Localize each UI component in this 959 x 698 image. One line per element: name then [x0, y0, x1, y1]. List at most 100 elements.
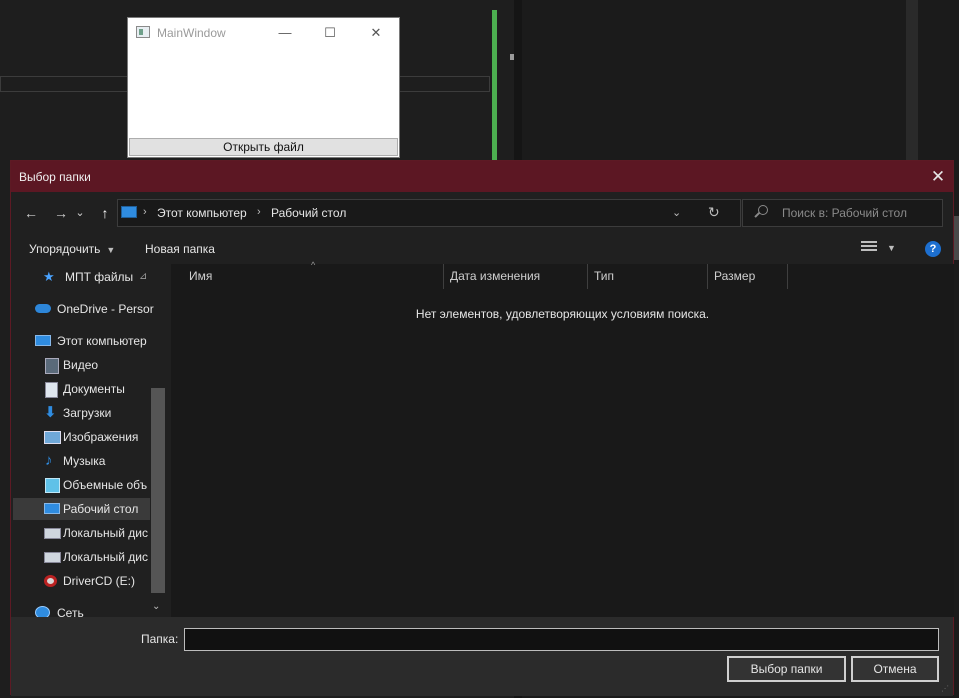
- nav-item-label: Локальный дис: [63, 550, 148, 564]
- nav-item-downloads[interactable]: ⬇ Загрузки: [43, 402, 153, 424]
- cloud-icon: [35, 304, 51, 313]
- nav-item-label: Изображения: [63, 430, 139, 444]
- document-icon: [45, 382, 58, 398]
- empty-folder-message: Нет элементов, удовлетворяющих условиям …: [415, 307, 710, 321]
- nav-item-drivercd[interactable]: DriverCD (E:): [43, 570, 163, 592]
- nav-item-label: Этот компьютер: [57, 334, 147, 348]
- nav-item-onedrive[interactable]: OneDrive - Persor: [33, 298, 154, 320]
- nav-item-label: Загрузки: [63, 406, 112, 420]
- select-folder-button[interactable]: Выбор папки: [727, 656, 846, 682]
- download-icon: ⬇: [44, 404, 57, 421]
- column-header-size[interactable]: Размер: [714, 264, 755, 289]
- column-header-date-modified[interactable]: Дата изменения: [450, 264, 540, 289]
- chevron-down-icon: ▼: [106, 245, 116, 255]
- nav-item-label: Объемные объ: [63, 478, 148, 492]
- column-divider[interactable]: [787, 264, 788, 289]
- dialog-title: Выбор папки: [19, 170, 91, 184]
- nav-item-3d-objects[interactable]: Объемные объ: [43, 474, 163, 496]
- scroll-down-chevron-icon[interactable]: ⌄: [152, 601, 160, 612]
- organize-label: Упорядочить: [29, 242, 101, 256]
- pin-icon: ⊿: [139, 271, 148, 282]
- nav-item-this-pc[interactable]: Этот компьютер: [33, 330, 163, 352]
- folder-label: Папка:: [141, 632, 179, 646]
- breadcrumb-this-pc[interactable]: Этот компьютер: [157, 206, 247, 220]
- image-icon: [44, 431, 61, 444]
- nav-item-music[interactable]: ♪ Музыка: [43, 450, 153, 472]
- computer-icon: [35, 335, 51, 346]
- background-right-scrollbar: [906, 0, 918, 160]
- folder-name-input[interactable]: [184, 628, 939, 651]
- nav-pane-scrollbar-thumb[interactable]: [151, 388, 165, 593]
- cd-drive-icon: [44, 575, 57, 587]
- nav-item-mpt-files[interactable]: ★ МПТ файлы ⊿: [39, 266, 149, 288]
- column-header-type[interactable]: Тип: [594, 264, 614, 289]
- drive-icon: [44, 552, 61, 563]
- nav-item-video[interactable]: Видео: [43, 354, 153, 376]
- nav-item-label: Музыка: [63, 454, 106, 468]
- nav-item-label: МПТ файлы: [65, 270, 134, 284]
- maximize-button[interactable]: ☐: [315, 23, 345, 43]
- nav-item-documents[interactable]: Документы: [43, 378, 153, 400]
- new-folder-button[interactable]: Новая папка: [145, 242, 215, 256]
- help-icon[interactable]: ?: [925, 241, 941, 257]
- column-header-name[interactable]: Имя: [189, 264, 212, 289]
- app-window-icon: [136, 26, 150, 38]
- computer-icon: [121, 206, 137, 218]
- video-icon: [45, 358, 59, 374]
- background-green-bar: [492, 10, 497, 170]
- back-arrow-icon[interactable]: ←: [21, 203, 41, 223]
- resize-grip-icon[interactable]: ⋰: [941, 684, 951, 694]
- refresh-icon[interactable]: ↻: [708, 204, 720, 221]
- cube-icon: [45, 478, 60, 493]
- navigation-pane: ★ МПТ файлы ⊿ OneDrive - Persor Этот ком…: [11, 264, 169, 617]
- nav-item-desktop[interactable]: Рабочий стол: [13, 498, 150, 520]
- main-window-titlebar: MainWindow — ☐ ✕: [128, 18, 399, 48]
- breadcrumb-separator: ›: [257, 206, 261, 218]
- cancel-button[interactable]: Отмена: [851, 656, 939, 682]
- forward-arrow-icon[interactable]: →: [51, 203, 71, 223]
- column-divider[interactable]: [707, 264, 708, 289]
- desktop-icon: [44, 503, 60, 514]
- search-input[interactable]: [782, 200, 938, 226]
- address-history-chevron-icon[interactable]: ⌄: [672, 206, 681, 219]
- view-options-chevron-icon[interactable]: ▼: [887, 243, 896, 253]
- nav-item-label: OneDrive - Persor: [57, 302, 154, 316]
- minimize-button[interactable]: —: [270, 23, 300, 43]
- main-window-title: MainWindow: [157, 26, 226, 40]
- up-arrow-icon[interactable]: ↑: [95, 203, 115, 223]
- nav-item-pictures[interactable]: Изображения: [43, 426, 153, 448]
- nav-item-label: Видео: [63, 358, 99, 372]
- open-file-button[interactable]: Открыть файл: [129, 138, 398, 156]
- nav-item-network[interactable]: Сеть: [33, 602, 153, 617]
- file-list[interactable]: ^ Имя Дата изменения Тип Размер Нет элем…: [171, 260, 954, 617]
- address-bar[interactable]: › Этот компьютер › Рабочий стол ⌄ ↻: [117, 199, 741, 227]
- network-icon: [35, 606, 50, 617]
- dialog-titlebar: Выбор папки ✕: [11, 161, 953, 192]
- music-icon: ♪: [45, 452, 53, 469]
- recent-locations-chevron-icon[interactable]: ⌄: [74, 203, 86, 223]
- column-divider[interactable]: [587, 264, 588, 289]
- dialog-close-icon[interactable]: ✕: [923, 161, 953, 192]
- nav-item-label: Сеть: [57, 606, 84, 617]
- dialog-footer: Папка: Выбор папки Отмена ⋰: [11, 617, 953, 696]
- drive-icon: [44, 528, 61, 539]
- star-icon: ★: [43, 269, 55, 284]
- sort-ascending-icon: ^: [311, 260, 316, 270]
- folder-picker-dialog: Выбор папки ✕ ← → ⌄ ↑ › Этот компьютер ›…: [10, 160, 954, 696]
- breadcrumb-separator: ›: [143, 206, 147, 218]
- command-bar: Упорядочить ▼ Новая папка ▼ ?: [11, 234, 953, 264]
- search-box[interactable]: [742, 199, 943, 227]
- nav-item-label: Локальный дис: [63, 526, 148, 540]
- breadcrumb-desktop[interactable]: Рабочий стол: [271, 206, 346, 220]
- close-button[interactable]: ✕: [361, 23, 391, 43]
- organize-button[interactable]: Упорядочить ▼: [29, 242, 115, 256]
- nav-item-local-disk[interactable]: Локальный дис: [43, 522, 163, 544]
- column-divider[interactable]: [443, 264, 444, 289]
- search-icon: [758, 205, 768, 215]
- view-details-icon[interactable]: [861, 241, 877, 255]
- nav-item-label: DriverCD (E:): [63, 574, 135, 588]
- main-window: MainWindow — ☐ ✕ Открыть файл: [127, 17, 400, 158]
- nav-item-local-disk[interactable]: Локальный дис: [43, 546, 163, 568]
- nav-item-label: Документы: [63, 382, 125, 396]
- nav-item-label: Рабочий стол: [63, 502, 139, 516]
